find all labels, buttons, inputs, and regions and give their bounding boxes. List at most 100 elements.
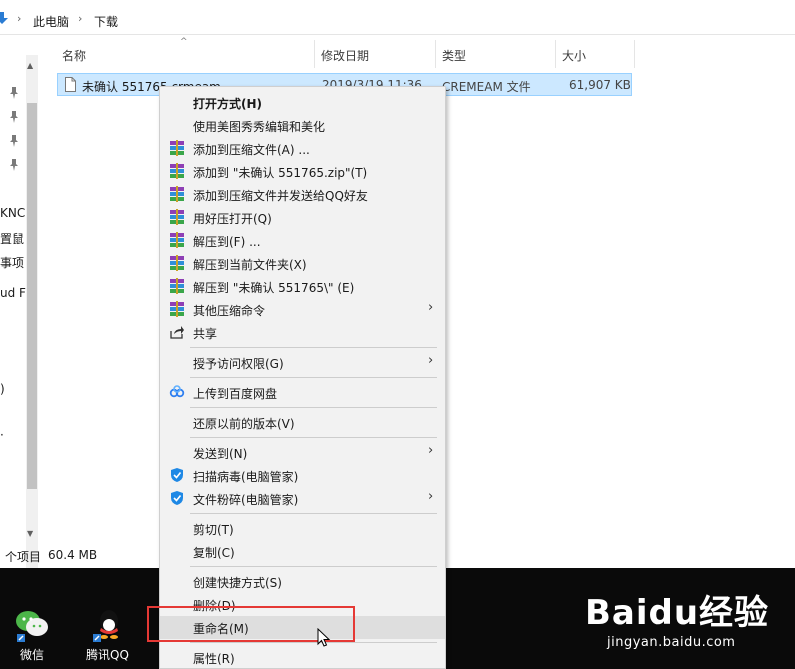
- menu-item-open-with[interactable]: 打开方式(H): [160, 91, 445, 114]
- column-divider[interactable]: [634, 40, 635, 68]
- mouse-cursor-icon: [317, 628, 331, 647]
- context-menu: 打开方式(H) 使用美图秀秀编辑和美化 添加到压缩文件(A) ... 添加到 "…: [159, 86, 446, 669]
- menu-item-label: 上传到百度网盘: [193, 387, 278, 401]
- menu-item-label: 其他压缩命令: [193, 304, 266, 318]
- menu-item-label: 剪切(T): [193, 523, 234, 537]
- winrar-icon: [170, 186, 184, 202]
- menu-item-scan-virus[interactable]: 扫描病毒(电脑管家): [160, 464, 445, 487]
- menu-item-file-shred[interactable]: 文件粉碎(电脑管家) ›: [160, 487, 445, 510]
- menu-item-label: 添加到 "未确认 551765.zip"(T): [193, 166, 368, 180]
- submenu-chevron-icon: ›: [428, 443, 434, 458]
- winrar-icon: [170, 163, 184, 179]
- menu-item-label: 解压到(F) ...: [193, 235, 261, 249]
- scroll-up-icon[interactable]: ▲: [27, 61, 33, 70]
- menu-item-label: 文件粉碎(电脑管家): [193, 493, 299, 507]
- menu-item-copy[interactable]: 复制(C): [160, 540, 445, 563]
- menu-separator: [190, 437, 437, 438]
- column-header-name[interactable]: 名称: [62, 47, 86, 64]
- menu-item-create-shortcut[interactable]: 创建快捷方式(S): [160, 570, 445, 593]
- menu-item-extract-here[interactable]: 解压到当前文件夹(X): [160, 252, 445, 275]
- menu-item-grant-access[interactable]: 授予访问权限(G) ›: [160, 351, 445, 374]
- menu-item-label: 还原以前的版本(V): [193, 417, 295, 431]
- sort-ascending-icon: ^: [180, 37, 188, 47]
- menu-item-properties[interactable]: 属性(R): [160, 646, 445, 669]
- menu-item-label: 发送到(N): [193, 447, 248, 461]
- submenu-chevron-icon: ›: [428, 300, 434, 315]
- menu-item-label: 使用美图秀秀编辑和美化: [193, 120, 326, 134]
- download-arrow-icon: [0, 12, 8, 24]
- menu-item-restore-versions[interactable]: 还原以前的版本(V): [160, 411, 445, 434]
- scroll-down-icon[interactable]: ▼: [27, 529, 33, 538]
- status-item-count: 个项目: [5, 550, 42, 564]
- menu-item-open-with-haozip[interactable]: 用好压打开(Q): [160, 206, 445, 229]
- submenu-chevron-icon: ›: [428, 353, 434, 368]
- taskbar-label: 腾讯QQ: [86, 648, 129, 662]
- menu-separator: [190, 566, 437, 567]
- nav-item[interactable]: ): [0, 382, 5, 396]
- menu-item-label: 解压到当前文件夹(X): [193, 258, 307, 272]
- pin-icon: [10, 87, 18, 99]
- winrar-icon: [170, 301, 184, 317]
- breadcrumb-separator: ›: [78, 12, 83, 25]
- breadcrumb-separator: ›: [17, 12, 22, 25]
- nav-item: ·: [0, 428, 4, 442]
- pin-icon: [10, 135, 18, 147]
- menu-separator: [190, 377, 437, 378]
- menu-item-label: 添加到压缩文件(A) ...: [193, 143, 310, 157]
- share-icon: [170, 326, 184, 339]
- qq-icon[interactable]: [90, 606, 126, 642]
- pin-icon: [10, 111, 18, 123]
- address-bar[interactable]: › 此电脑 › 下载: [0, 0, 795, 35]
- menu-item-label: 扫描病毒(电脑管家): [193, 470, 299, 484]
- nav-item[interactable]: 事项: [0, 254, 24, 271]
- menu-item-label: 共享: [193, 327, 218, 341]
- menu-item-label: 添加到压缩文件并发送给QQ好友: [193, 189, 368, 203]
- menu-item-other-compress[interactable]: 其他压缩命令 ›: [160, 298, 445, 321]
- file-icon: [65, 77, 76, 92]
- baidu-netdisk-icon: [169, 385, 185, 398]
- menu-separator: [190, 642, 437, 643]
- menu-separator: [190, 513, 437, 514]
- menu-item-archive-send-qq[interactable]: 添加到压缩文件并发送给QQ好友: [160, 183, 445, 206]
- pin-icon: [10, 159, 18, 171]
- nav-scrollbar-thumb[interactable]: [27, 103, 37, 489]
- menu-item-label: 创建快捷方式(S): [193, 576, 282, 590]
- baidu-jingyan-watermark: Baidu经验 jingyan.baidu.com: [585, 585, 790, 660]
- menu-item-send-to[interactable]: 发送到(N) ›: [160, 441, 445, 464]
- menu-item-add-to-zip[interactable]: 添加到 "未确认 551765.zip"(T): [160, 160, 445, 183]
- nav-item[interactable]: 置鼠: [0, 230, 24, 247]
- menu-item-label: 复制(C): [193, 546, 235, 560]
- menu-item-add-to-archive[interactable]: 添加到压缩文件(A) ...: [160, 137, 445, 160]
- menu-item-cut[interactable]: 剪切(T): [160, 517, 445, 540]
- breadcrumb-this-pc[interactable]: 此电脑: [33, 13, 69, 30]
- menu-item-extract-to[interactable]: 解压到(F) ...: [160, 229, 445, 252]
- menu-item-upload-baidu-netdisk[interactable]: 上传到百度网盘: [160, 381, 445, 404]
- winrar-icon: [170, 278, 184, 294]
- nav-item[interactable]: KNC: [0, 206, 25, 220]
- file-type: CREMEAM 文件: [442, 80, 531, 94]
- menu-separator: [190, 347, 437, 348]
- column-divider[interactable]: [435, 40, 436, 68]
- winrar-icon: [170, 232, 184, 248]
- nav-item[interactable]: ud F: [0, 286, 26, 300]
- menu-item-share[interactable]: 共享: [160, 321, 445, 344]
- tencent-pc-manager-icon: [171, 491, 183, 505]
- file-size: 61,907 KB: [569, 78, 631, 92]
- menu-item-meitu-edit[interactable]: 使用美图秀秀编辑和美化: [160, 114, 445, 137]
- menu-item-label: 属性(R): [193, 652, 235, 666]
- winrar-icon: [170, 255, 184, 271]
- tencent-pc-manager-icon: [171, 468, 183, 482]
- column-divider[interactable]: [555, 40, 556, 68]
- menu-item-extract-to-folder[interactable]: 解压到 "未确认 551765\" (E): [160, 275, 445, 298]
- menu-item-label: 打开方式(H): [193, 97, 263, 111]
- winrar-icon: [170, 209, 184, 225]
- column-divider[interactable]: [314, 40, 315, 68]
- wechat-icon[interactable]: [14, 606, 50, 642]
- breadcrumb-downloads[interactable]: 下载: [94, 13, 118, 30]
- menu-separator: [190, 407, 437, 408]
- column-header-size[interactable]: 大小: [562, 47, 586, 64]
- watermark-url: jingyan.baidu.com: [607, 635, 736, 650]
- column-header-type[interactable]: 类型: [442, 47, 466, 64]
- watermark-logo: Baidu经验: [585, 593, 770, 633]
- column-header-date[interactable]: 修改日期: [321, 47, 369, 64]
